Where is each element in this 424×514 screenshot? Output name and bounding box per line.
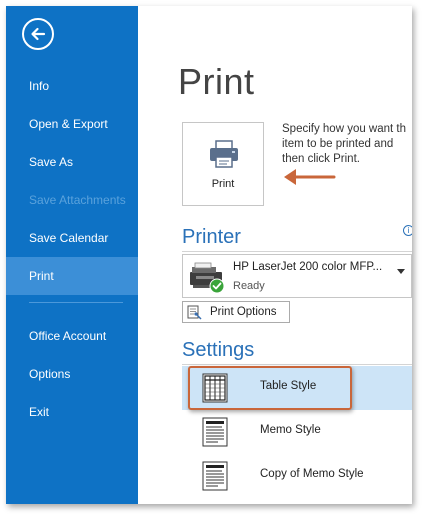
page-setup-icon — [187, 305, 202, 320]
printer-status: Ready — [233, 280, 265, 292]
print-description: Specify how you want th item to be print… — [282, 123, 407, 165]
print-button[interactable]: Print — [182, 122, 264, 206]
back-button[interactable] — [22, 18, 54, 50]
print-options-label: Print Options — [210, 306, 277, 318]
sidebar-item-office-account[interactable]: Office Account — [6, 317, 138, 355]
print-backstage-window: Info Open & Export Save As Save Attachme… — [6, 6, 412, 504]
sidebar-divider — [29, 302, 123, 303]
printer-name: HP LaserJet 200 color MFP... — [233, 261, 383, 273]
settings-heading: Settings — [182, 339, 255, 361]
printer-dropdown[interactable]: HP LaserJet 200 color MFP... Ready — [182, 254, 412, 298]
annotation-arrow-icon — [284, 169, 336, 185]
print-button-label: Print — [211, 178, 235, 190]
style-item-copy-of-memo-style[interactable]: Copy of Memo Style — [182, 454, 412, 498]
sidebar-item-info[interactable]: Info — [6, 67, 138, 105]
sidebar-item-print[interactable]: Print — [6, 257, 138, 295]
print-pane: Print Print Specify how you want th item… — [138, 6, 412, 504]
sidebar-item-save-calendar[interactable]: Save Calendar — [6, 219, 138, 257]
sidebar-item-save-as[interactable]: Save As — [6, 143, 138, 181]
sidebar-item-options[interactable]: Options — [6, 355, 138, 393]
backstage-sidebar: Info Open & Export Save As Save Attachme… — [6, 6, 138, 504]
memo-style-icon — [202, 417, 228, 447]
back-arrow-icon — [31, 27, 46, 41]
chevron-down-icon — [397, 269, 405, 274]
sidebar-item-exit[interactable]: Exit — [6, 393, 138, 431]
table-style-icon — [202, 373, 228, 403]
printer-device-icon — [190, 262, 225, 294]
print-options-button[interactable]: Print Options — [182, 301, 290, 323]
style-item-table-style[interactable]: Table Style — [182, 366, 412, 410]
printer-icon — [210, 140, 238, 168]
style-item-memo-style[interactable]: Memo Style — [182, 410, 412, 454]
printer-heading: Printer — [182, 226, 241, 248]
style-item-label: Table Style — [260, 380, 317, 392]
settings-separator — [182, 364, 412, 365]
memo-style-icon — [202, 461, 228, 491]
printer-separator — [182, 251, 412, 252]
sidebar-item-open-export[interactable]: Open & Export — [6, 105, 138, 143]
page-title: Print — [178, 61, 255, 102]
style-item-label: Memo Style — [260, 424, 321, 436]
sidebar-item-save-attachments: Save Attachments — [29, 193, 126, 207]
style-item-label: Copy of Memo Style — [260, 468, 364, 480]
info-icon[interactable]: i — [403, 225, 412, 236]
